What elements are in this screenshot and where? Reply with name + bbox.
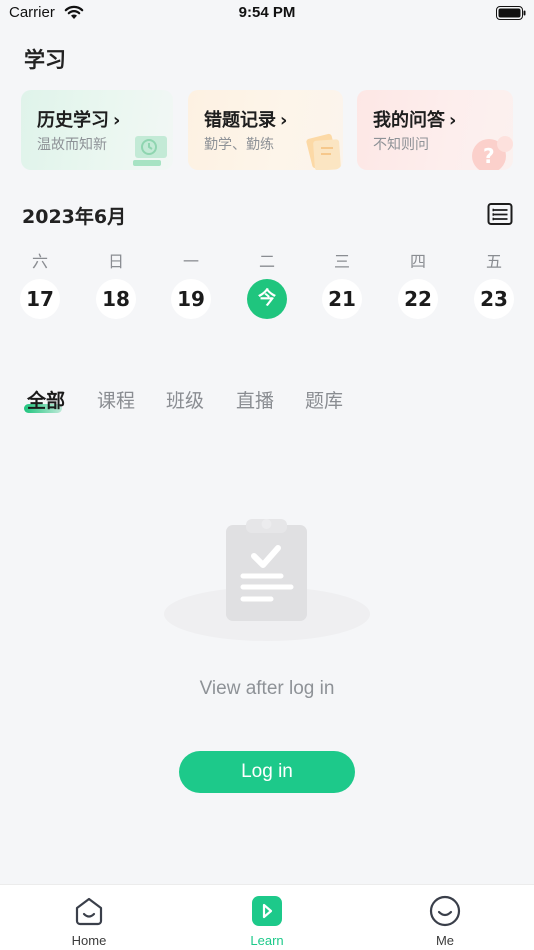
chevron-right-icon: › bbox=[449, 110, 457, 131]
card-subtitle: 温故而知新 bbox=[37, 137, 107, 153]
tab-live[interactable]: 直播 bbox=[236, 386, 274, 413]
home-icon bbox=[75, 897, 103, 926]
tab-classes[interactable]: 班级 bbox=[166, 386, 204, 413]
mistake-record-card[interactable]: 错题记录 › 勤学、勤练 bbox=[188, 90, 343, 170]
status-time: 9:54 PM bbox=[238, 4, 296, 21]
weekday-label: 五 bbox=[485, 252, 502, 271]
bottom-tab-bar: Home Learn Me bbox=[0, 884, 534, 950]
empty-state-text: View after log in bbox=[199, 678, 335, 699]
calendar-day-today[interactable]: 今 bbox=[247, 279, 287, 319]
clipboard-check-icon bbox=[164, 519, 370, 641]
weekday-label: 日 bbox=[107, 252, 124, 271]
card-title: 历史学习 › bbox=[37, 110, 121, 131]
tab-question-bank[interactable]: 题库 bbox=[305, 386, 343, 413]
svg-text:?: ? bbox=[483, 144, 495, 168]
weekday-label: 四 bbox=[409, 252, 426, 271]
history-study-card[interactable]: 历史学习 › 温故而知新 bbox=[21, 90, 173, 170]
status-bar: Carrier 9:54 PM bbox=[0, 0, 534, 28]
calendar-day[interactable]: 21 bbox=[322, 279, 362, 319]
nav-home[interactable]: Home bbox=[39, 885, 139, 950]
nav-label: Home bbox=[71, 933, 107, 948]
my-qa-card[interactable]: 我的问答 › 不知则问 ? bbox=[357, 90, 513, 170]
calendar-day[interactable]: 22 bbox=[398, 279, 438, 319]
question-icon: ? bbox=[472, 136, 513, 170]
tab-courses[interactable]: 课程 bbox=[97, 386, 135, 413]
nav-label: Me bbox=[435, 933, 455, 948]
calendar-day[interactable]: 17 bbox=[20, 279, 60, 319]
calendar-day[interactable]: 23 bbox=[474, 279, 514, 319]
weekday-label: 二 bbox=[258, 252, 275, 271]
weekday-label: 三 bbox=[333, 252, 350, 271]
notebook-icon bbox=[306, 133, 341, 170]
login-button[interactable]: Log in bbox=[179, 751, 355, 793]
card-subtitle: 勤学、勤练 bbox=[204, 137, 274, 153]
calendar-month-title: 2023年6月 bbox=[22, 206, 127, 228]
chevron-right-icon: › bbox=[113, 110, 121, 131]
nav-me[interactable]: Me bbox=[395, 885, 495, 950]
clock-icon bbox=[133, 136, 167, 166]
weekday-label: 一 bbox=[182, 252, 199, 271]
learn-play-icon bbox=[252, 896, 282, 926]
me-smile-icon bbox=[429, 895, 461, 927]
learn-screen: Carrier 9:54 PM 学习 历史学习 › 温故而知新 错题记录 › 勤学、… bbox=[0, 0, 534, 950]
battery-icon bbox=[496, 6, 526, 20]
chevron-right-icon: › bbox=[280, 110, 288, 131]
card-title: 我的问答 › bbox=[373, 110, 457, 131]
calendar-list-icon[interactable] bbox=[487, 202, 513, 226]
calendar-day[interactable]: 18 bbox=[96, 279, 136, 319]
page-title: 学习 bbox=[24, 48, 66, 72]
nav-label: Learn bbox=[250, 933, 284, 948]
calendar-day[interactable]: 19 bbox=[171, 279, 211, 319]
card-subtitle: 不知则问 bbox=[373, 137, 429, 153]
tab-all[interactable]: 全部 bbox=[27, 386, 65, 413]
nav-learn[interactable]: Learn bbox=[217, 885, 317, 950]
weekday-label: 六 bbox=[31, 252, 48, 271]
card-title: 错题记录 › bbox=[204, 110, 288, 131]
